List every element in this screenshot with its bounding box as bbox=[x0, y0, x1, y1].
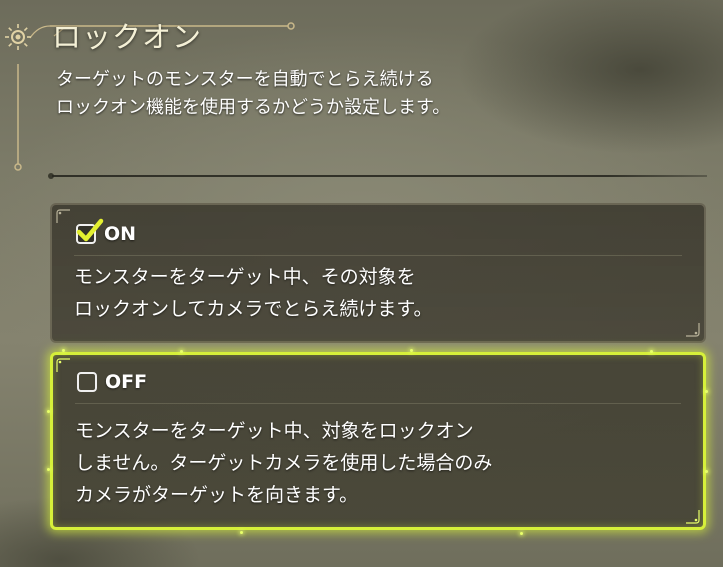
option-off-description: モンスターをターゲット中、対象をロックオン しません。ターゲットカメラを使用した… bbox=[75, 415, 492, 511]
empty-checkbox-icon[interactable] bbox=[77, 372, 97, 392]
option-on-header: ON bbox=[76, 218, 137, 249]
section-divider bbox=[52, 175, 707, 177]
corner-ornament bbox=[56, 209, 70, 223]
option-separator bbox=[74, 255, 682, 256]
glow-sparkle bbox=[410, 349, 413, 352]
glow-sparkle bbox=[47, 410, 50, 413]
glow-sparkle bbox=[180, 350, 183, 353]
option-description-line: カメラがターゲットを向きます。 bbox=[75, 484, 359, 506]
glow-sparkle bbox=[705, 390, 708, 393]
glow-sparkle bbox=[520, 532, 523, 535]
sun-ornament-icon bbox=[5, 24, 31, 50]
glow-sparkle bbox=[47, 468, 50, 471]
option-on-label: ON bbox=[104, 223, 137, 245]
setting-description: ターゲットのモンスターを自動でとらえ続ける ロックオン機能を使用するかどうか設定… bbox=[56, 66, 676, 122]
corner-ornament bbox=[686, 510, 700, 524]
option-description-line: モンスターをターゲット中、その対象を bbox=[74, 266, 416, 288]
option-screen: ロックオン ターゲットのモンスターを自動でとらえ続ける ロックオン機能を使用する… bbox=[0, 0, 723, 567]
option-off[interactable]: OFF モンスターをターゲット中、対象をロックオン しません。ターゲットカメラを… bbox=[50, 352, 706, 530]
glow-sparkle bbox=[240, 531, 243, 534]
on-checkbox[interactable] bbox=[76, 218, 104, 244]
corner-ornament bbox=[686, 323, 700, 337]
page-title: ロックオン bbox=[52, 20, 203, 54]
option-on[interactable]: ON モンスターをターゲット中、その対象を ロックオンしてカメラでとらえ続けます… bbox=[50, 203, 706, 343]
glow-sparkle bbox=[62, 349, 65, 352]
glow-sparkle bbox=[650, 350, 653, 353]
option-description-line: しません。ターゲットカメラを使用した場合のみ bbox=[75, 452, 493, 474]
checkmark-icon bbox=[76, 218, 104, 242]
option-separator bbox=[75, 403, 681, 404]
corner-ornament bbox=[56, 358, 70, 372]
glow-sparkle bbox=[705, 470, 708, 473]
option-description-line: ロックオンしてカメラでとらえ続けます。 bbox=[74, 298, 433, 320]
option-off-header: OFF bbox=[77, 367, 147, 397]
description-line: ターゲットのモンスターを自動でとらえ続ける bbox=[56, 69, 434, 90]
option-on-description: モンスターをターゲット中、その対象を ロックオンしてカメラでとらえ続けます。 bbox=[74, 261, 433, 325]
description-line: ロックオン機能を使用するかどうか設定します。 bbox=[56, 97, 451, 118]
option-off-label: OFF bbox=[105, 371, 148, 393]
option-description-line: モンスターをターゲット中、対象をロックオン bbox=[75, 420, 474, 442]
